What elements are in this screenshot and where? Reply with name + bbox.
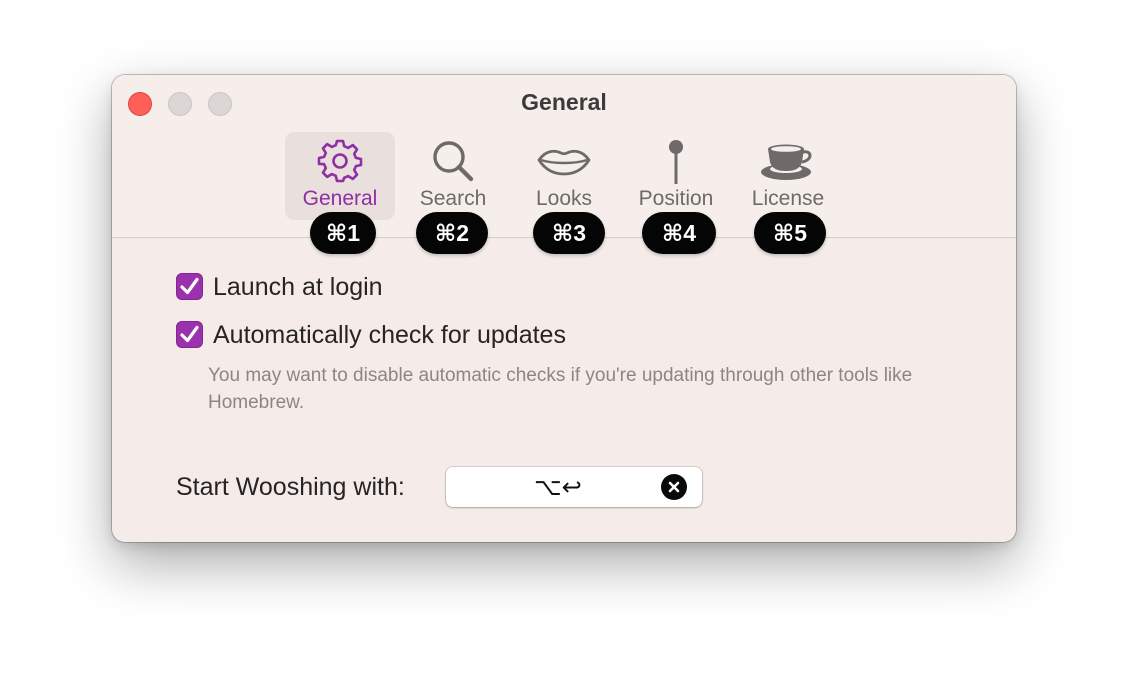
close-icon: [668, 481, 680, 493]
tab-search-label: Search: [419, 187, 487, 210]
tab-looks[interactable]: Looks: [524, 132, 604, 220]
tab-search[interactable]: Search: [408, 132, 498, 220]
checkmark-icon: [180, 277, 199, 295]
auto-updates-label: Automatically check for updates: [213, 321, 566, 349]
tab-general-label: General: [302, 187, 378, 210]
shortcut-value: ⌥↩: [534, 473, 582, 501]
shortcut-badge-general: ⌘1: [310, 212, 376, 254]
auto-updates-checkbox[interactable]: [176, 321, 203, 348]
launch-at-login-label: Launch at login: [213, 273, 383, 301]
gear-icon: [317, 138, 363, 190]
tab-license-label: License: [751, 187, 825, 210]
clear-shortcut-button[interactable]: [661, 474, 687, 500]
lips-icon: [536, 138, 592, 190]
coffee-cup-icon: [760, 138, 816, 190]
tab-general[interactable]: General: [285, 132, 395, 220]
preferences-window: General General Search Looks Position Li…: [112, 75, 1016, 542]
shortcut-label: Start Wooshing with:: [176, 473, 405, 501]
tab-license[interactable]: License: [742, 132, 834, 220]
window-title: General: [521, 89, 607, 115]
shortcut-badge-search: ⌘2: [416, 212, 488, 254]
launch-at-login-row[interactable]: Launch at login: [176, 273, 576, 303]
tab-position[interactable]: Position: [629, 132, 723, 220]
shortcut-badge-position: ⌘4: [642, 212, 716, 254]
auto-updates-hint: You may want to disable automatic checks…: [208, 365, 913, 413]
launch-at-login-checkbox[interactable]: [176, 273, 203, 300]
search-icon: [430, 138, 476, 190]
auto-updates-row[interactable]: Automatically check for updates: [176, 321, 676, 351]
shortcut-badge-license: ⌘5: [754, 212, 826, 254]
tab-looks-label: Looks: [535, 187, 593, 210]
shortcut-recorder-field[interactable]: ⌥↩: [446, 467, 702, 507]
shortcut-badge-looks: ⌘3: [533, 212, 605, 254]
pin-icon: [653, 138, 699, 190]
tab-position-label: Position: [638, 187, 714, 210]
checkmark-icon: [180, 325, 199, 343]
